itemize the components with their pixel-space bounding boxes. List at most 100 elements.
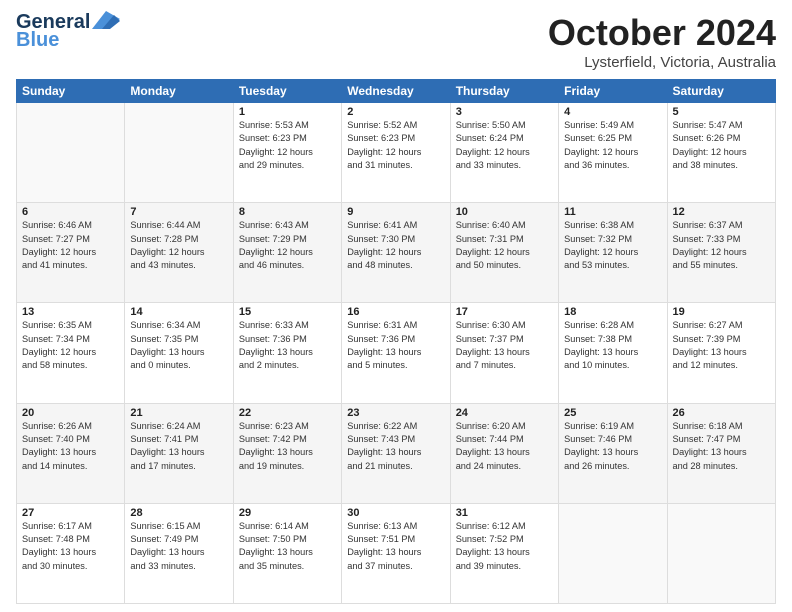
day-number: 10 [456,206,553,218]
calendar-cell: 10Sunrise: 6:40 AM Sunset: 7:31 PM Dayli… [450,203,558,303]
calendar-cell: 9Sunrise: 6:41 AM Sunset: 7:30 PM Daylig… [342,203,450,303]
calendar-cell: 4Sunrise: 5:49 AM Sunset: 6:25 PM Daylig… [559,103,667,203]
day-info: Sunrise: 5:52 AM Sunset: 6:23 PM Dayligh… [347,119,444,172]
logo-blue: Blue [16,30,59,50]
calendar-week-1: 1Sunrise: 5:53 AM Sunset: 6:23 PM Daylig… [17,103,776,203]
calendar-cell: 8Sunrise: 6:43 AM Sunset: 7:29 PM Daylig… [233,203,341,303]
header: General Blue October 2024 Lysterfield, V… [16,12,776,71]
day-info: Sunrise: 5:50 AM Sunset: 6:24 PM Dayligh… [456,119,553,172]
day-info: Sunrise: 6:20 AM Sunset: 7:44 PM Dayligh… [456,420,553,473]
calendar-cell: 15Sunrise: 6:33 AM Sunset: 7:36 PM Dayli… [233,303,341,403]
day-number: 22 [239,407,336,419]
day-info: Sunrise: 6:41 AM Sunset: 7:30 PM Dayligh… [347,219,444,272]
calendar-cell: 13Sunrise: 6:35 AM Sunset: 7:34 PM Dayli… [17,303,125,403]
calendar-header-saturday: Saturday [667,80,775,103]
logo: General Blue [16,12,120,50]
day-number: 4 [564,106,661,118]
day-info: Sunrise: 5:53 AM Sunset: 6:23 PM Dayligh… [239,119,336,172]
day-info: Sunrise: 6:30 AM Sunset: 7:37 PM Dayligh… [456,319,553,372]
calendar-cell: 21Sunrise: 6:24 AM Sunset: 7:41 PM Dayli… [125,403,233,503]
calendar-cell: 1Sunrise: 5:53 AM Sunset: 6:23 PM Daylig… [233,103,341,203]
day-info: Sunrise: 6:24 AM Sunset: 7:41 PM Dayligh… [130,420,227,473]
day-number: 27 [22,507,119,519]
calendar-cell: 16Sunrise: 6:31 AM Sunset: 7:36 PM Dayli… [342,303,450,403]
calendar-header-wednesday: Wednesday [342,80,450,103]
calendar-header-row: SundayMondayTuesdayWednesdayThursdayFrid… [17,80,776,103]
calendar-cell [17,103,125,203]
day-info: Sunrise: 6:18 AM Sunset: 7:47 PM Dayligh… [673,420,770,473]
day-info: Sunrise: 6:44 AM Sunset: 7:28 PM Dayligh… [130,219,227,272]
day-info: Sunrise: 5:47 AM Sunset: 6:26 PM Dayligh… [673,119,770,172]
calendar-cell: 5Sunrise: 5:47 AM Sunset: 6:26 PM Daylig… [667,103,775,203]
day-info: Sunrise: 6:31 AM Sunset: 7:36 PM Dayligh… [347,319,444,372]
day-info: Sunrise: 6:15 AM Sunset: 7:49 PM Dayligh… [130,520,227,573]
calendar-cell: 19Sunrise: 6:27 AM Sunset: 7:39 PM Dayli… [667,303,775,403]
day-number: 30 [347,507,444,519]
calendar-week-5: 27Sunrise: 6:17 AM Sunset: 7:48 PM Dayli… [17,503,776,603]
day-info: Sunrise: 6:35 AM Sunset: 7:34 PM Dayligh… [22,319,119,372]
location: Lysterfield, Victoria, Australia [548,54,776,71]
calendar-cell: 22Sunrise: 6:23 AM Sunset: 7:42 PM Dayli… [233,403,341,503]
day-number: 18 [564,306,661,318]
day-number: 6 [22,206,119,218]
calendar-cell: 25Sunrise: 6:19 AM Sunset: 7:46 PM Dayli… [559,403,667,503]
day-info: Sunrise: 6:12 AM Sunset: 7:52 PM Dayligh… [456,520,553,573]
calendar-cell: 18Sunrise: 6:28 AM Sunset: 7:38 PM Dayli… [559,303,667,403]
day-info: Sunrise: 6:22 AM Sunset: 7:43 PM Dayligh… [347,420,444,473]
day-number: 25 [564,407,661,419]
day-info: Sunrise: 6:23 AM Sunset: 7:42 PM Dayligh… [239,420,336,473]
calendar-cell [667,503,775,603]
calendar-cell: 11Sunrise: 6:38 AM Sunset: 7:32 PM Dayli… [559,203,667,303]
day-number: 17 [456,306,553,318]
calendar-header-tuesday: Tuesday [233,80,341,103]
day-info: Sunrise: 6:27 AM Sunset: 7:39 PM Dayligh… [673,319,770,372]
calendar-cell: 29Sunrise: 6:14 AM Sunset: 7:50 PM Dayli… [233,503,341,603]
day-number: 12 [673,206,770,218]
day-number: 14 [130,306,227,318]
day-info: Sunrise: 6:28 AM Sunset: 7:38 PM Dayligh… [564,319,661,372]
day-info: Sunrise: 6:34 AM Sunset: 7:35 PM Dayligh… [130,319,227,372]
day-number: 31 [456,507,553,519]
calendar-cell: 7Sunrise: 6:44 AM Sunset: 7:28 PM Daylig… [125,203,233,303]
day-info: Sunrise: 6:43 AM Sunset: 7:29 PM Dayligh… [239,219,336,272]
day-info: Sunrise: 6:26 AM Sunset: 7:40 PM Dayligh… [22,420,119,473]
day-number: 5 [673,106,770,118]
calendar-header-friday: Friday [559,80,667,103]
calendar-cell: 28Sunrise: 6:15 AM Sunset: 7:49 PM Dayli… [125,503,233,603]
calendar-cell: 6Sunrise: 6:46 AM Sunset: 7:27 PM Daylig… [17,203,125,303]
calendar-cell [559,503,667,603]
day-info: Sunrise: 6:33 AM Sunset: 7:36 PM Dayligh… [239,319,336,372]
logo-icon [92,11,120,29]
day-info: Sunrise: 6:37 AM Sunset: 7:33 PM Dayligh… [673,219,770,272]
title-block: October 2024 Lysterfield, Victoria, Aust… [548,12,776,71]
day-number: 20 [22,407,119,419]
day-info: Sunrise: 6:17 AM Sunset: 7:48 PM Dayligh… [22,520,119,573]
day-number: 13 [22,306,119,318]
calendar-header-thursday: Thursday [450,80,558,103]
calendar-cell: 24Sunrise: 6:20 AM Sunset: 7:44 PM Dayli… [450,403,558,503]
day-number: 23 [347,407,444,419]
day-number: 15 [239,306,336,318]
day-info: Sunrise: 5:49 AM Sunset: 6:25 PM Dayligh… [564,119,661,172]
day-number: 19 [673,306,770,318]
calendar-cell: 17Sunrise: 6:30 AM Sunset: 7:37 PM Dayli… [450,303,558,403]
day-number: 3 [456,106,553,118]
calendar-week-2: 6Sunrise: 6:46 AM Sunset: 7:27 PM Daylig… [17,203,776,303]
calendar-cell: 30Sunrise: 6:13 AM Sunset: 7:51 PM Dayli… [342,503,450,603]
day-number: 7 [130,206,227,218]
day-number: 11 [564,206,661,218]
calendar-cell [125,103,233,203]
calendar-cell: 31Sunrise: 6:12 AM Sunset: 7:52 PM Dayli… [450,503,558,603]
calendar-cell: 26Sunrise: 6:18 AM Sunset: 7:47 PM Dayli… [667,403,775,503]
calendar-header-sunday: Sunday [17,80,125,103]
calendar-header-monday: Monday [125,80,233,103]
day-number: 21 [130,407,227,419]
day-number: 9 [347,206,444,218]
calendar-cell: 27Sunrise: 6:17 AM Sunset: 7:48 PM Dayli… [17,503,125,603]
day-number: 1 [239,106,336,118]
day-number: 24 [456,407,553,419]
page: General Blue October 2024 Lysterfield, V… [0,0,792,612]
day-number: 26 [673,407,770,419]
calendar-table: SundayMondayTuesdayWednesdayThursdayFrid… [16,79,776,604]
calendar-cell: 12Sunrise: 6:37 AM Sunset: 7:33 PM Dayli… [667,203,775,303]
